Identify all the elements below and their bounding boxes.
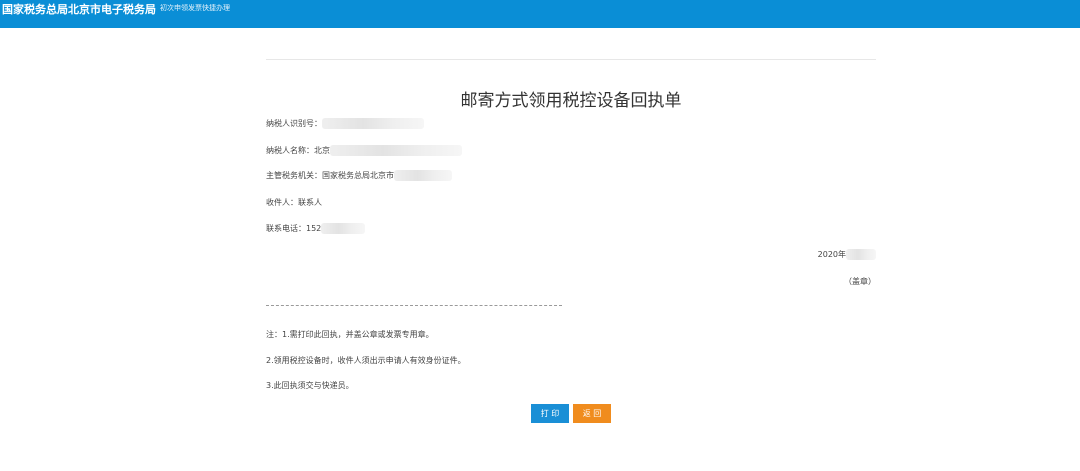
redacted-date bbox=[846, 249, 876, 260]
site-brand[interactable]: 国家税务总局北京市电子税务局 bbox=[2, 1, 156, 17]
print-button[interactable]: 打 印 bbox=[531, 404, 569, 423]
note-1: 注：1.需打印此回执，并盖公章或发票专用章。 bbox=[266, 330, 434, 339]
recipient-label: 收件人： bbox=[266, 198, 298, 207]
redacted-phone bbox=[321, 223, 366, 234]
site-subtitle: 初次申领发票快捷办理 bbox=[160, 4, 230, 12]
taxpayer-name-value: 北京 bbox=[314, 146, 330, 155]
note-3: 3.此回执须交与快递员。 bbox=[266, 381, 354, 390]
redacted-tax-authority bbox=[394, 170, 452, 181]
seal-placeholder: （盖章） bbox=[844, 277, 876, 286]
tax-authority-value: 国家税务总局北京市 bbox=[322, 171, 394, 180]
redacted-taxpayer-name bbox=[330, 145, 462, 156]
note-2: 2.领用税控设备时，收件人须出示申请人有效身份证件。 bbox=[266, 356, 466, 365]
top-header-bar: 国家税务总局北京市电子税务局 初次申领发票快捷办理 bbox=[0, 0, 1080, 28]
taxpayer-id-row: 纳税人识别号： bbox=[266, 118, 424, 130]
recipient-value: 联系人 bbox=[298, 198, 322, 207]
redacted-taxpayer-id bbox=[322, 118, 424, 129]
dashed-separator bbox=[266, 305, 562, 306]
phone-label: 联系电话： bbox=[266, 224, 306, 233]
taxpayer-id-label: 纳税人识别号： bbox=[266, 119, 322, 128]
phone-value: 152 bbox=[306, 224, 322, 233]
phone-row: 联系电话：152 bbox=[266, 223, 366, 235]
issue-date: 2020年 bbox=[818, 249, 876, 261]
taxpayer-name-label: 纳税人名称： bbox=[266, 146, 314, 155]
tax-authority-label: 主管税务机关： bbox=[266, 171, 322, 180]
taxpayer-name-row: 纳税人名称：北京 bbox=[266, 145, 462, 157]
date-prefix: 2020年 bbox=[817, 250, 846, 259]
tax-authority-row: 主管税务机关：国家税务总局北京市 bbox=[266, 170, 452, 182]
recipient-row: 收件人：联系人 bbox=[266, 197, 322, 209]
back-button[interactable]: 返 回 bbox=[573, 404, 611, 423]
top-divider bbox=[266, 59, 876, 60]
document-title: 邮寄方式领用税控设备回执单 bbox=[460, 91, 682, 111]
